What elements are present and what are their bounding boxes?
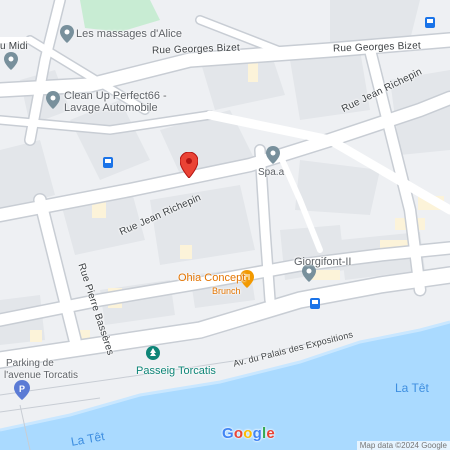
logo-letter-o2: o — [243, 425, 253, 442]
poi-label-parking-line1: Parking de — [6, 358, 54, 369]
gray-pin-icon — [60, 25, 74, 43]
gray-pin-icon — [46, 91, 60, 109]
poi-label-massages: Les massages d'Alice — [76, 28, 183, 40]
bus-stop-top-right[interactable] — [425, 15, 435, 33]
poi-label-ohia-sub: Brunch — [212, 286, 241, 296]
poi-passeig-torcatis[interactable] — [145, 345, 161, 366]
poi-label-giorgifont: Giorgifont-II — [294, 256, 352, 268]
logo-letter-e: e — [266, 425, 275, 442]
logo-letter-g2: g — [252, 425, 262, 442]
poi-parking-torcatis[interactable]: P — [14, 380, 30, 405]
bus-stop-bottom[interactable] — [310, 296, 320, 314]
poi-clean-up-perfect66[interactable] — [46, 91, 60, 114]
poi-midi-pin[interactable] — [4, 52, 18, 75]
map-attribution[interactable]: Map data ©2024 Google — [356, 441, 450, 450]
water-label-la-tet-right: La Têt — [395, 381, 429, 395]
poi-label-ohia: Ohia Concept — [178, 272, 246, 284]
svg-text:P: P — [19, 384, 25, 394]
poi-label-spa: Spa.a — [258, 167, 285, 178]
gray-pin-icon — [266, 146, 280, 164]
map-base-layer — [0, 0, 450, 450]
map-canvas[interactable]: Rue Georges Bizet Rue Georges Bizet Rue … — [0, 0, 450, 450]
bus-stop-icon — [103, 157, 113, 168]
bus-stop-icon — [425, 17, 435, 28]
poi-les-massages-dalice[interactable] — [60, 25, 74, 48]
selected-place-marker[interactable] — [179, 151, 199, 183]
logo-letter-o1: o — [233, 425, 244, 442]
logo-letter-g1: G — [222, 425, 234, 442]
bus-stop-icon — [310, 298, 320, 309]
parking-icon: P — [14, 380, 30, 400]
poi-spa-a[interactable] — [266, 146, 280, 169]
poi-label-cleanup-line1: Clean Up Perfect66 - — [64, 90, 167, 102]
poi-label-cleanup-line2: Lavage Automobile — [64, 102, 158, 114]
red-pin-icon — [179, 151, 199, 179]
bus-stop-left[interactable] — [103, 155, 113, 173]
poi-label-parking-line2: l'avenue Torcatis — [4, 370, 78, 381]
poi-label-passeig: Passeig Torcatis — [136, 365, 216, 377]
google-logo: Google — [222, 425, 275, 442]
park-icon — [146, 346, 160, 360]
gray-pin-icon — [4, 52, 18, 70]
